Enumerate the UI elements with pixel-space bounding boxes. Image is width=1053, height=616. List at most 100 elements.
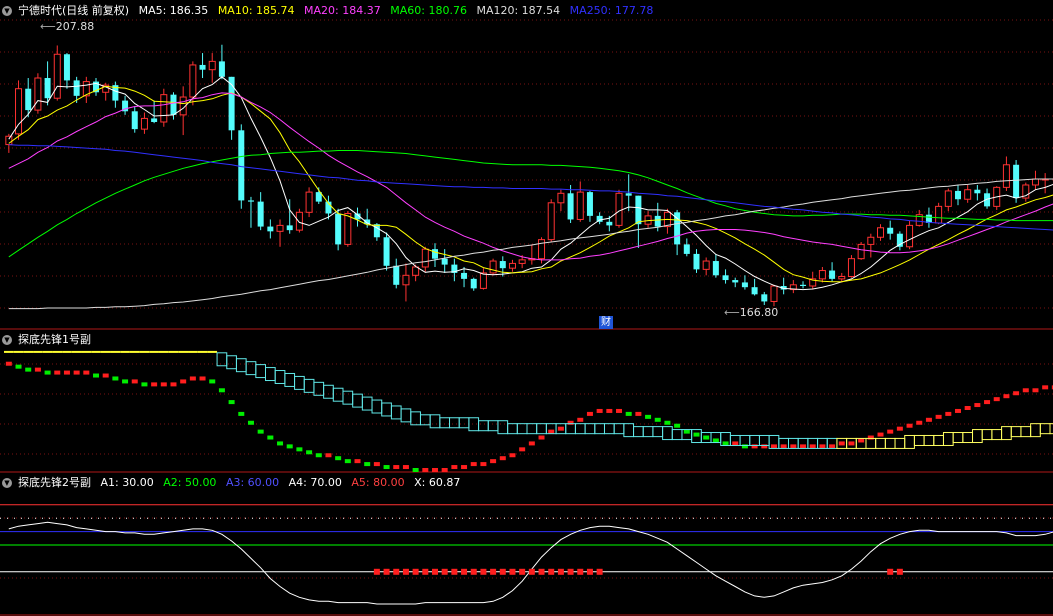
signal-dot — [538, 435, 545, 440]
high-price-label: ⟵207.88 — [40, 20, 95, 33]
box-segment — [274, 370, 286, 384]
chevron-down-icon[interactable]: ▼ — [2, 335, 12, 345]
signal-dot — [34, 367, 41, 372]
box-segment — [158, 350, 169, 353]
buy-marker — [567, 568, 574, 575]
box-segment — [197, 350, 208, 353]
box-segment — [526, 423, 538, 435]
signal-dot — [44, 370, 51, 375]
box-segment — [913, 434, 925, 446]
leader-line: ⟵ — [40, 20, 56, 33]
box-segment — [633, 426, 644, 438]
financial-report-badge[interactable]: 财 — [599, 316, 613, 329]
signal-dot — [645, 414, 652, 419]
box-segment — [284, 372, 296, 387]
a1-readout: A1: 30.00 — [100, 476, 154, 489]
signal-dot — [83, 370, 90, 375]
signal-dot — [528, 441, 535, 446]
a2-readout: A2: 50.00 — [163, 476, 217, 489]
candle-down — [732, 280, 739, 283]
buy-marker — [557, 568, 564, 575]
candle-down — [683, 244, 690, 254]
stock-chart[interactable] — [0, 0, 1053, 616]
candle-down — [499, 261, 506, 269]
signal-dot — [984, 400, 991, 405]
candle-down — [606, 221, 613, 226]
box-segment — [875, 437, 886, 449]
ma10-readout: MA10: 185.74 — [217, 4, 295, 17]
box-segment — [603, 423, 615, 435]
candle-down — [635, 195, 642, 225]
box-segment — [894, 437, 906, 449]
box-segment — [981, 429, 993, 441]
candle-down — [800, 284, 807, 286]
signal-dot — [480, 462, 487, 467]
box-segment — [216, 352, 228, 367]
candle-up — [489, 260, 497, 274]
signal-dot — [151, 382, 158, 387]
signal-dot — [180, 379, 187, 384]
signal-dot — [790, 444, 797, 449]
buy-marker — [441, 568, 448, 575]
candle-down — [974, 189, 981, 194]
box-segment — [120, 350, 130, 353]
signal-dot — [122, 379, 129, 384]
candle-up — [305, 191, 313, 213]
signal-dot — [160, 382, 167, 387]
x-line — [8, 521, 1053, 605]
candle-up — [557, 192, 565, 204]
box-segment — [458, 417, 470, 429]
chevron-down-icon[interactable]: ▼ — [2, 6, 12, 16]
box-segment — [52, 350, 63, 353]
ma250-readout: MA250: 177.78 — [569, 4, 654, 17]
candle-up — [944, 190, 952, 207]
candle-up — [295, 211, 303, 231]
buy-marker — [393, 568, 400, 575]
signal-dot — [335, 456, 342, 461]
buy-marker — [586, 568, 593, 575]
buy-marker — [431, 568, 438, 575]
signal-dot — [887, 429, 894, 434]
box-segment — [565, 423, 576, 435]
signal-dot — [490, 459, 497, 464]
candle-down — [829, 270, 836, 279]
candle-down — [751, 287, 758, 295]
grid-lines — [0, 19, 1053, 616]
buy-marker — [373, 568, 380, 575]
signal-dot — [896, 426, 903, 431]
a5-readout: A5: 80.00 — [351, 476, 405, 489]
ma-line-ma250 — [8, 144, 1053, 231]
candle-up — [53, 53, 61, 99]
box-segment — [265, 367, 276, 382]
box-segment — [81, 350, 92, 353]
box-segment — [516, 423, 528, 435]
candle-down — [199, 64, 206, 70]
signal-dot — [906, 423, 913, 428]
candle-down — [654, 215, 661, 227]
box-segment — [933, 434, 944, 446]
signal-dot — [974, 403, 981, 408]
buy-marker — [402, 568, 409, 575]
candle-up — [857, 243, 865, 260]
chevron-down-icon[interactable]: ▼ — [2, 478, 12, 488]
candle-down — [373, 224, 380, 238]
candle-up — [935, 205, 943, 224]
indicator-2-title: 探底先锋2号副 — [18, 476, 91, 489]
signal-dot — [315, 453, 322, 458]
signal-dot — [809, 444, 816, 449]
signal-dot — [441, 468, 448, 472]
signal-dot — [606, 408, 613, 413]
box-segment — [1020, 426, 1032, 438]
box-segment — [429, 414, 441, 429]
signal-dot — [838, 441, 845, 446]
signal-dot — [964, 406, 971, 410]
candle-up — [838, 275, 846, 280]
candle-down — [73, 80, 80, 96]
candle-down — [712, 261, 719, 276]
candle-up — [344, 213, 352, 245]
buy-marker — [509, 568, 516, 575]
candle-up — [508, 262, 516, 269]
signal-dot — [451, 465, 458, 470]
box-segment — [574, 423, 586, 435]
box-segment — [188, 350, 198, 353]
